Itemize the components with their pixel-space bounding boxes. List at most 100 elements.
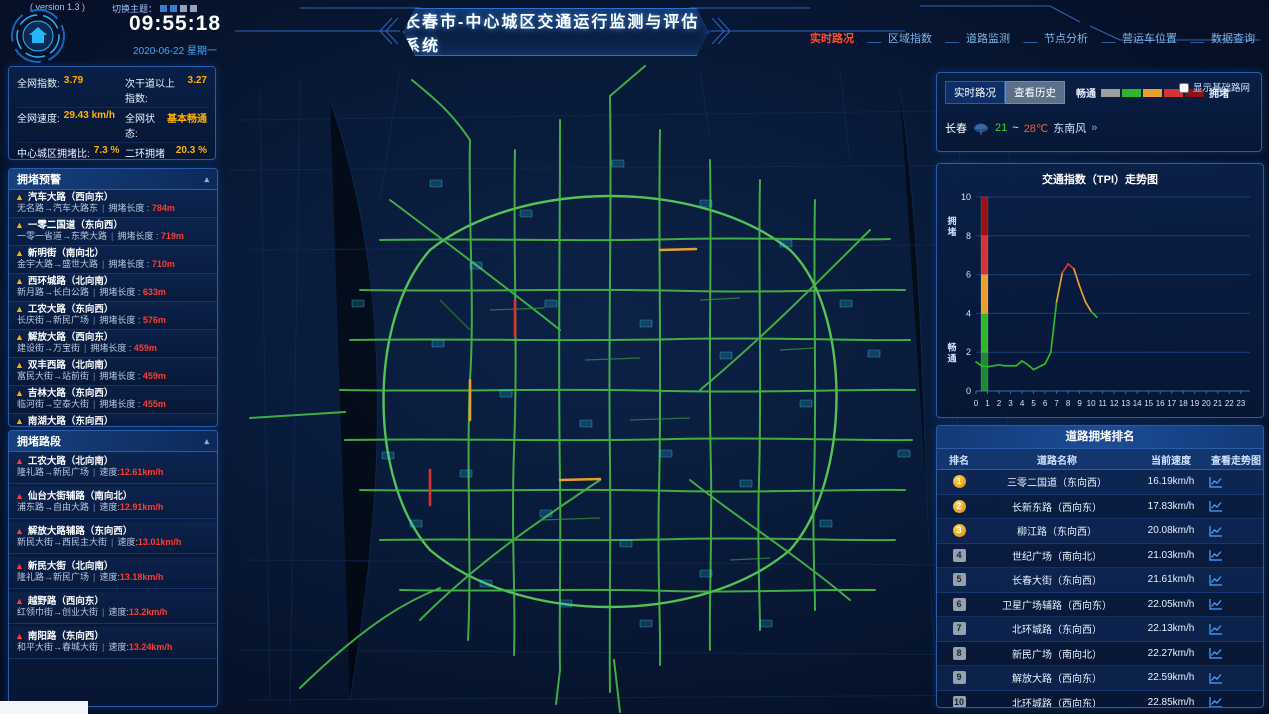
svg-text:1: 1	[985, 399, 990, 408]
trend-chart-icon[interactable]	[1209, 549, 1223, 561]
warning-route: 建设街→万宝街	[17, 343, 80, 353]
realtime-traffic-button[interactable]: 实时路况	[945, 81, 1005, 104]
warning-item[interactable]: ▲一零二国道（东向西）一零一省道→东荣大路|拥堵长度 : 719m	[9, 218, 217, 246]
theme-swatch-icon[interactable]	[160, 5, 167, 12]
warning-list[interactable]: ▲汽车大路（西向东）无名路→汽车大路东|拥堵长度 : 784m▲一零二国道（东向…	[9, 190, 217, 427]
trend-chart-icon[interactable]	[1209, 623, 1223, 635]
trend-chart-icon[interactable]	[1209, 525, 1223, 537]
congested-item[interactable]: ▲仙台大街辅路（南向北）浦东路→自由大路|速度:12.91km/h	[9, 487, 217, 519]
warning-road: 西环城路（北向南）	[28, 276, 114, 287]
rank-badge: 2	[953, 500, 966, 513]
warning-road: 吉林大路（东向西）	[28, 388, 114, 399]
base-roadnet-toggle[interactable]: 显示基础路网	[1179, 83, 1253, 94]
table-row: 7北环城路（东向西）22.13km/h	[937, 617, 1263, 642]
theme-swatch-icon[interactable]	[190, 5, 197, 12]
table-row: 3柳江路（东向西）20.08km/h	[937, 519, 1263, 544]
trend-chart-icon[interactable]	[1209, 647, 1223, 659]
warning-item[interactable]: ▲西环城路（北向南）新月路→长白公路|拥堵长度 : 633m	[9, 274, 217, 302]
stat-value: 基本畅通	[167, 110, 207, 125]
stat-label: 次干道以上指数:	[125, 75, 184, 105]
rank-badge: 9	[953, 671, 966, 684]
tpi-trend-panel: 交通指数（TPI）走势图 024681001234567891011121314…	[936, 163, 1264, 418]
page-title: 长春市-中心城区交通运行监测与评估系统	[404, 8, 708, 56]
col-header-trend: 查看走势图	[1209, 452, 1263, 467]
warning-item[interactable]: ▲吉林大路（东向西）临河街→空泰大街|拥堵长度 : 455m	[9, 386, 217, 414]
weather-more-link[interactable]: »	[1091, 122, 1097, 134]
view-history-button[interactable]: 查看历史	[1005, 81, 1065, 104]
trend-chart-icon[interactable]	[1209, 500, 1223, 512]
col-header-speed: 当前速度	[1133, 452, 1209, 467]
chart-title: 交通指数（TPI）走势图	[937, 164, 1263, 187]
road-ranking-panel: 道路拥堵排名 排名 道路名称 当前速度 查看走势图 1三零二国道（东向西）16.…	[936, 425, 1264, 708]
current-speed: 22.13km/h	[1133, 623, 1209, 634]
svg-text:17: 17	[1167, 399, 1176, 408]
wind-label: 东南风	[1053, 120, 1086, 136]
svg-text:畅: 畅	[947, 341, 956, 352]
rank-badge: 3	[953, 524, 966, 537]
tpi-trend-chart[interactable]: 0246810012345678910111213141516171819202…	[940, 189, 1260, 411]
svg-text:23: 23	[1236, 399, 1245, 408]
warning-item[interactable]: ▲南湖大路（东向西）南湖新村中街→南湖广场|拥堵长度 : 453m	[9, 414, 217, 427]
road-name: 北环城路（西向东）	[981, 695, 1133, 708]
congested-item[interactable]: ▲越野路（西向东）红领巾街→创业大街|速度:13.2km/h	[9, 592, 217, 624]
trend-chart-icon[interactable]	[1209, 598, 1223, 610]
nav-item-realtime[interactable]: 实时路况	[806, 29, 858, 47]
trend-chart-icon[interactable]	[1209, 476, 1223, 488]
warning-item[interactable]: ▲工农大路（东向西）长庆街→新民广场|拥堵长度 : 576m	[9, 302, 217, 330]
congested-route: 隆礼路→新民广场	[17, 572, 89, 582]
congested-speed: 13.18km/h	[120, 572, 164, 582]
warning-item[interactable]: ▲双丰西路（北向南）富民大街→站前街|拥堵长度 : 459m	[9, 358, 217, 386]
warning-item[interactable]: ▲新明街（南向北）金宇大路→盛世大路|拥堵长度 : 710m	[9, 246, 217, 274]
current-speed: 17.83km/h	[1133, 501, 1209, 512]
congested-item[interactable]: ▲解放大路辅路（东向西）新民大街→西民主大街|速度:13.01km/h	[9, 522, 217, 554]
rank-badge: 4	[953, 549, 966, 562]
nav-item-region-index[interactable]: 区域指数	[884, 29, 936, 47]
current-speed: 21.03km/h	[1133, 550, 1209, 561]
panel-title: 拥堵路段	[17, 433, 61, 449]
warning-length: 459m	[134, 343, 157, 353]
warning-item[interactable]: ▲汽车大路（西向东）无名路→汽车大路东|拥堵长度 : 784m	[9, 190, 217, 218]
current-speed: 21.61km/h	[1133, 574, 1209, 585]
warning-road: 汽车大路（西向东）	[28, 192, 114, 203]
base-roadnet-checkbox[interactable]	[1179, 83, 1189, 93]
theme-swatch-icon[interactable]	[170, 5, 177, 12]
nav-item-node-analysis[interactable]: 节点分析	[1040, 29, 1092, 47]
congested-speed: 13.24km/h	[129, 642, 173, 652]
current-speed: 20.08km/h	[1133, 525, 1209, 536]
nav-item-data-query[interactable]: 数据查询	[1207, 29, 1259, 47]
warning-triangle-icon: ▲	[15, 416, 24, 427]
warning-triangle-icon: ▲	[15, 248, 24, 259]
collapse-icon[interactable]: ▴	[204, 436, 209, 447]
warning-road: 工农大路（东向西）	[28, 304, 114, 315]
warning-item[interactable]: ▲解放大路（西向东）建设街→万宝街|拥堵长度 : 459m	[9, 330, 217, 358]
warning-road: 一零二国道（东向西）	[28, 220, 123, 231]
congestion-triangle-icon: ▲	[15, 491, 24, 502]
svg-text:18: 18	[1179, 399, 1188, 408]
table-row: 10北环城路（西向东）22.85km/h	[937, 691, 1263, 709]
collapse-icon[interactable]: ▴	[204, 174, 209, 185]
congested-item[interactable]: ▲工农大路（北向南）隆礼路→新民广场|速度:12.61km/h	[9, 452, 217, 484]
legend-color-swatch	[1101, 89, 1120, 97]
nav-item-fleet-location[interactable]: 营运车位置	[1118, 29, 1181, 47]
trend-chart-icon[interactable]	[1209, 696, 1223, 708]
theme-swatch-icon[interactable]	[180, 5, 187, 12]
congested-list[interactable]: ▲工农大路（北向南）隆礼路→新民广场|速度:12.61km/h▲仙台大街辅路（南…	[9, 452, 217, 707]
svg-text:6: 6	[1043, 399, 1048, 408]
svg-text:2: 2	[997, 399, 1002, 408]
warning-route: 长庆街→新民广场	[17, 315, 89, 325]
stat-label: 二环拥堵比:	[125, 145, 172, 160]
congestion-triangle-icon: ▲	[15, 561, 24, 572]
road-name: 北环城路（东向西）	[981, 621, 1133, 636]
congested-item[interactable]: ▲新民大街（北向南）隆礼路→新民广场|速度:13.18km/h	[9, 557, 217, 589]
trend-chart-icon[interactable]	[1209, 672, 1223, 684]
legend-color-swatch	[1143, 89, 1162, 97]
trend-chart-icon[interactable]	[1209, 574, 1223, 586]
home-logo-icon[interactable]	[10, 8, 66, 64]
svg-text:19: 19	[1190, 399, 1199, 408]
congested-item[interactable]: ▲南阳路（东向西）和平大街→春城大街|速度:13.24km/h	[9, 627, 217, 659]
nav-item-road-monitor[interactable]: 道路监测	[962, 29, 1014, 47]
clock: 09:55:18	[100, 12, 250, 36]
svg-text:4: 4	[1020, 399, 1025, 408]
svg-text:7: 7	[1054, 399, 1059, 408]
warning-triangle-icon: ▲	[15, 388, 24, 399]
